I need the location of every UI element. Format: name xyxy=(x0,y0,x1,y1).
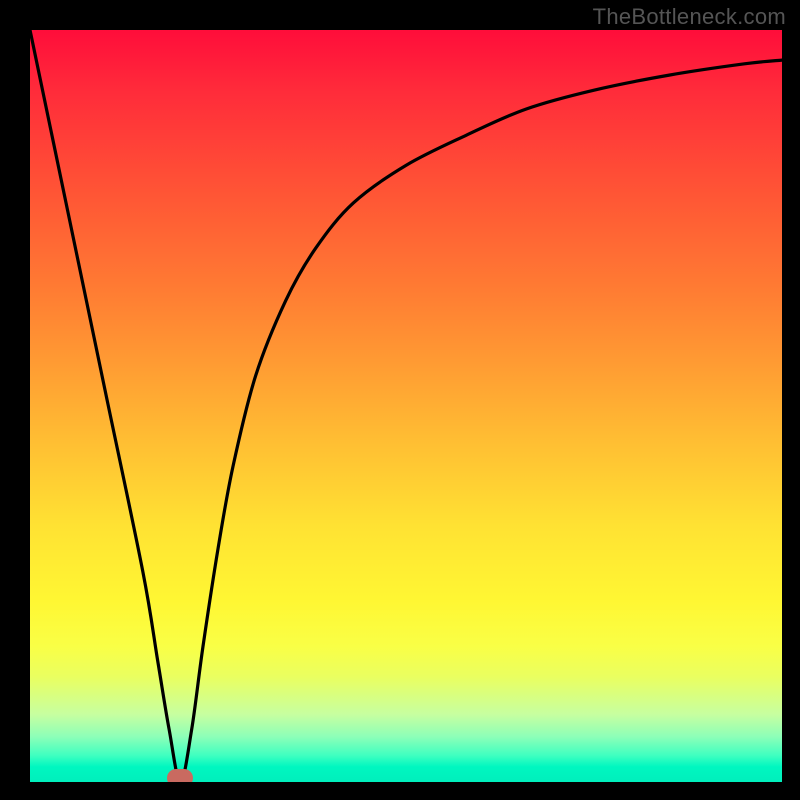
bottleneck-curve xyxy=(30,30,782,782)
curve-path xyxy=(30,30,782,782)
watermark-text: TheBottleneck.com xyxy=(593,4,786,30)
minimum-marker xyxy=(167,769,193,782)
plot-area xyxy=(30,30,782,782)
chart-frame: TheBottleneck.com xyxy=(0,0,800,800)
